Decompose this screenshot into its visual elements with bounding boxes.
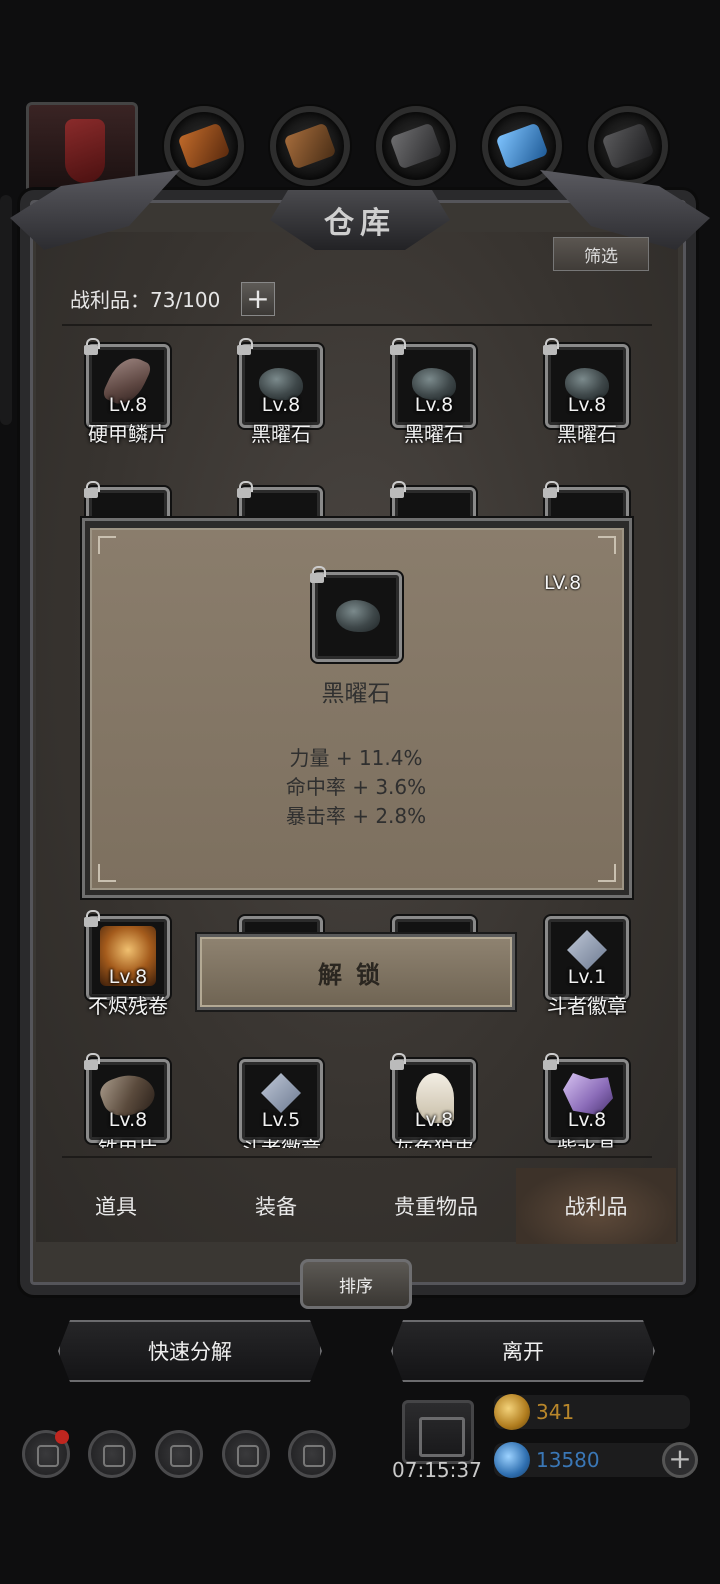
popup-item-level: LV.8	[544, 572, 582, 594]
gold-value: 341	[536, 1400, 575, 1424]
quick-decompose-button[interactable]: 快速分解	[58, 1320, 322, 1382]
wood-planks-icon	[283, 122, 337, 170]
popup-corner	[98, 536, 116, 554]
item-name: 硬甲鳞片	[88, 422, 168, 446]
category-tab-wood[interactable]	[270, 106, 350, 186]
lock-icon	[236, 481, 253, 498]
lock-icon	[389, 338, 406, 355]
item-slot[interactable]: Lv.8 不烬残卷	[84, 910, 170, 1018]
item-name: 不烬残卷	[88, 994, 168, 1018]
lock-icon	[542, 338, 559, 355]
item-name: 斗者徽章	[547, 994, 627, 1018]
sort-button[interactable]: 排序	[300, 1259, 412, 1309]
lock-icon	[389, 1053, 406, 1070]
item-level: Lv.8	[108, 966, 148, 988]
tab-equipment[interactable]: 装备	[196, 1168, 356, 1244]
popup-item-name: 黑曜石	[321, 681, 391, 707]
tab-valuables[interactable]: 贵重物品	[356, 1168, 516, 1244]
loot-capacity-label: 战利品：73/100	[70, 288, 221, 312]
gem-value: 13580	[536, 1448, 600, 1472]
item-level: Lv.8	[414, 1109, 454, 1131]
gold-coin-icon	[494, 1394, 530, 1430]
unlock-button[interactable]: 解锁	[197, 934, 515, 1010]
left-edge-strip	[0, 195, 12, 425]
gift-box-icon[interactable]	[402, 1400, 474, 1464]
tab-loot[interactable]: 战利品	[516, 1168, 676, 1244]
leather-icon	[177, 122, 231, 170]
popup-corner	[98, 864, 116, 882]
category-tabs: 道具 装备 贵重物品 战利品	[36, 1168, 676, 1244]
stat-accuracy: 命中率 + 3.6%	[285, 775, 427, 799]
item-level: Lv.5	[261, 1109, 301, 1131]
iron-ingot-icon	[389, 122, 443, 170]
lock-icon	[309, 566, 326, 583]
divider	[62, 324, 652, 326]
stat-crit-rate: 暴击率 + 2.8%	[285, 804, 427, 828]
item-slot[interactable]: Lv.8 黑曜石	[543, 338, 629, 446]
lock-icon	[389, 481, 406, 498]
leave-button[interactable]: 离开	[391, 1320, 655, 1382]
item-level: Lv.8	[261, 394, 301, 416]
add-currency-icon[interactable]: +	[662, 1442, 698, 1478]
popup-corner	[598, 864, 616, 882]
lock-icon	[542, 481, 559, 498]
countdown-timer: 07:15:37	[392, 1458, 482, 1482]
red-armor-icon	[65, 119, 105, 183]
tab-items[interactable]: 道具	[36, 1168, 196, 1244]
item-level: Lv.1	[567, 966, 607, 988]
gem-icon	[494, 1442, 530, 1478]
item-slot[interactable]: Lv.8 铁甲片	[84, 1053, 170, 1148]
item-slot[interactable]: Lv.1 斗者徽章	[545, 916, 629, 1018]
mail-icon[interactable]	[222, 1430, 270, 1478]
skill-icon[interactable]	[288, 1430, 336, 1478]
item-slot[interactable]: Lv.8 黑曜石	[237, 338, 323, 446]
page-title: 仓库	[324, 206, 396, 241]
divider	[62, 1156, 652, 1158]
dark-ingot-icon	[601, 122, 655, 170]
plus-icon: +	[246, 282, 270, 315]
category-tab-iron[interactable]	[376, 106, 456, 186]
lock-icon	[83, 338, 100, 355]
blue-crystal-icon	[495, 122, 549, 170]
lock-icon	[83, 481, 100, 498]
lock-icon	[83, 1053, 100, 1070]
item-slot[interactable]: Lv.8 硬甲鳞片	[84, 338, 170, 446]
item-name: 黑曜石	[557, 422, 617, 446]
stat-strength: 力量 + 11.4%	[289, 746, 423, 770]
lock-icon	[236, 338, 253, 355]
obsidian-icon	[336, 600, 380, 632]
popup-corner	[598, 536, 616, 554]
item-name: 紫水晶	[515, 1133, 652, 1148]
expand-capacity-button[interactable]: +	[241, 282, 275, 316]
item-name: 黑曜石	[404, 422, 464, 446]
lock-icon	[83, 910, 100, 927]
item-level: Lv.8	[108, 1109, 148, 1131]
item-name: 黑曜石	[251, 422, 311, 446]
item-level: Lv.8	[567, 1109, 607, 1131]
lock-icon	[542, 1053, 559, 1070]
achievement-icon[interactable]	[88, 1430, 136, 1478]
item-slot[interactable]: Lv.8 灰色狼皮	[390, 1053, 476, 1148]
item-level: Lv.8	[108, 394, 148, 416]
item-slot[interactable]: Lv.5 斗者徽章	[239, 1059, 323, 1148]
popup-item-slot	[310, 566, 402, 662]
item-slot[interactable]: Lv.8 黑曜石	[390, 338, 476, 446]
item-level: Lv.8	[414, 394, 454, 416]
item-name: 灰色狼皮	[362, 1133, 506, 1148]
item-name: 斗者徽章	[209, 1133, 353, 1148]
category-tab-dark-ingot[interactable]	[588, 106, 668, 186]
notification-dot	[55, 1430, 69, 1444]
filter-button[interactable]: 筛选	[553, 237, 649, 271]
item-slot[interactable]: Lv.8 紫水晶	[543, 1053, 629, 1148]
map-icon[interactable]	[155, 1430, 203, 1478]
item-name: 铁甲片	[62, 1133, 200, 1148]
item-level: Lv.8	[567, 394, 607, 416]
